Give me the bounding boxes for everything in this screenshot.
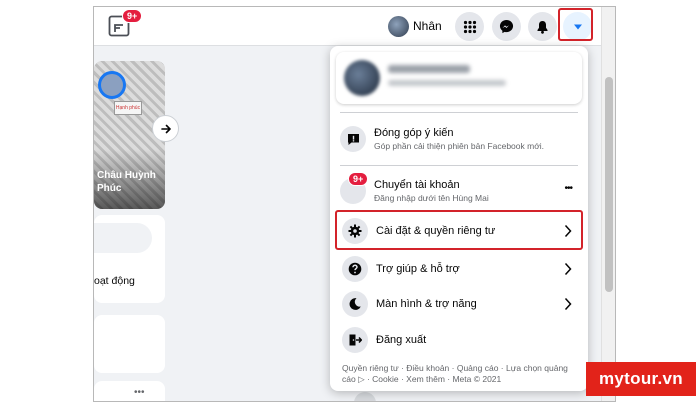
- watermark-logo: mytour.vn: [586, 362, 696, 396]
- story-caption: Châu Huỳnh Phúc: [97, 170, 156, 194]
- moon-icon: [349, 298, 361, 310]
- account-button-highlight: [558, 8, 593, 41]
- blurred-profile-subtitle: [388, 80, 506, 86]
- menu-item-feedback[interactable]: Đóng góp ý kiến Góp phần cải thiện phiên…: [336, 120, 582, 158]
- divider: [340, 112, 578, 113]
- divider: [340, 165, 578, 166]
- help-support-title: Trợ giúp & hỗ trợ: [376, 263, 460, 275]
- browser-viewport: Hạnh phúc Châu Huỳnh Phúc oạt động ••• 9…: [93, 6, 616, 402]
- logo-notification-badge: 9+: [122, 9, 143, 23]
- switch-account-subtitle: Đăng nhập dưới tên Hùng Mai: [374, 193, 489, 203]
- chevron-right-icon: [564, 262, 572, 276]
- settings-privacy-highlight: [335, 210, 583, 250]
- logout-icon: [349, 334, 362, 346]
- display-accessibility-title: Màn hình & trợ năng: [376, 298, 477, 310]
- switch-account-avatar-wrap: 9+: [340, 172, 369, 204]
- bell-icon: [537, 20, 548, 34]
- feedback-icon-wrap: [340, 126, 366, 152]
- post-more-button[interactable]: •••: [134, 387, 145, 398]
- feedback-title: Đóng góp ý kiến: [374, 127, 454, 139]
- grid-icon: [463, 20, 476, 33]
- question-icon: [348, 262, 362, 276]
- activity-label[interactable]: oạt động: [94, 275, 135, 287]
- menu-button[interactable]: [455, 12, 484, 41]
- menu-footer-links[interactable]: Quyền riêng tư · Điều khoản · Quảng cáo …: [342, 363, 578, 385]
- menu-item-switch-account[interactable]: 9+ Chuyển tài khoản Đăng nhập dưới tên H…: [336, 172, 582, 210]
- account-dropdown-menu: Đóng góp ý kiến Góp phần cải thiện phiên…: [330, 46, 588, 391]
- messenger-icon: [499, 19, 514, 34]
- screenshot-stage: Hạnh phúc Châu Huỳnh Phúc oạt động ••• 9…: [0, 0, 700, 405]
- story-avatar: [98, 71, 126, 99]
- menu-item-help-support[interactable]: Trợ giúp & hỗ trợ: [336, 252, 582, 286]
- page-scrollbar[interactable]: [601, 7, 615, 401]
- switch-account-badge: 9+: [348, 172, 369, 186]
- top-navigation-bar: 9+ Nhân: [94, 7, 615, 46]
- arrow-right-icon: [160, 124, 171, 133]
- profile-shortcut[interactable]: Nhân: [388, 13, 442, 39]
- feedback-subtitle: Góp phần cải thiện phiên bản Facebook mớ…: [374, 141, 545, 151]
- menu-profile-card[interactable]: [336, 52, 582, 104]
- notifications-button[interactable]: [528, 12, 557, 41]
- post-input[interactable]: [94, 223, 152, 253]
- post-card: •••: [94, 381, 165, 401]
- contact-avatar: [354, 392, 376, 401]
- menu-item-display-accessibility[interactable]: Màn hình & trợ năng: [336, 287, 582, 321]
- chevron-right-icon: [564, 297, 572, 311]
- profile-avatar: [388, 15, 409, 37]
- feedback-icon: [347, 133, 359, 145]
- help-icon-wrap: [342, 256, 368, 282]
- scrollbar-thumb[interactable]: [605, 77, 613, 292]
- menu-profile-avatar: [344, 60, 380, 96]
- messenger-button[interactable]: [492, 12, 521, 41]
- create-post-card: oạt động: [94, 215, 165, 303]
- display-icon-wrap: [342, 291, 368, 317]
- menu-item-logout[interactable]: Đăng xuất: [336, 323, 582, 357]
- switch-account-title: Chuyển tài khoản: [374, 179, 460, 191]
- logout-icon-wrap: [342, 327, 368, 353]
- feed-card: [94, 315, 165, 373]
- profile-name: Nhân: [413, 19, 442, 33]
- blurred-profile-name: [388, 65, 470, 73]
- switch-account-more-button[interactable]: •••: [564, 183, 572, 194]
- logout-title: Đăng xuất: [376, 334, 427, 346]
- story-sign: Hạnh phúc: [114, 101, 142, 115]
- story-next-button[interactable]: [152, 115, 179, 142]
